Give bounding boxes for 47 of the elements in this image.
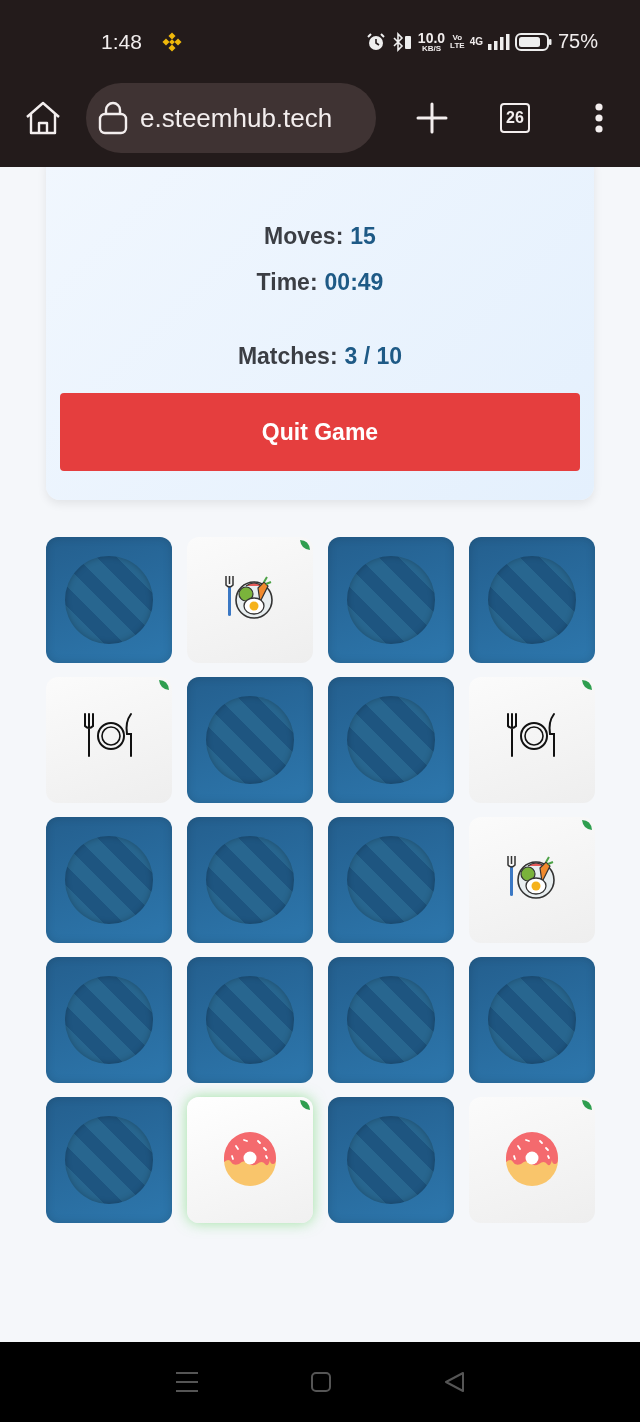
volte-label: Vo [452, 33, 463, 42]
card-back[interactable] [187, 957, 313, 1083]
card-back[interactable] [469, 537, 595, 663]
card-back[interactable] [187, 677, 313, 803]
network-type: 4G [469, 36, 483, 47]
signal-icon [487, 31, 510, 52]
volte-label: LTE [450, 41, 465, 50]
url-text: e.steemhub.tech [140, 102, 333, 134]
back-icon[interactable] [442, 1371, 465, 1393]
stat-label: Time: [256, 268, 318, 296]
stat-label: Matches: [237, 342, 338, 370]
plus-icon[interactable] [416, 102, 448, 134]
card-back[interactable] [328, 1097, 454, 1223]
battery-icon [514, 31, 553, 52]
alarm-icon [365, 31, 386, 52]
card-back[interactable] [328, 817, 454, 943]
card-back[interactable] [328, 957, 454, 1083]
menu-icon[interactable] [175, 1371, 200, 1393]
diamond-logo-icon [161, 31, 182, 52]
card-back[interactable] [469, 957, 595, 1083]
card-back[interactable] [328, 677, 454, 803]
home-icon[interactable] [24, 101, 62, 135]
quit-button[interactable]: Quit Game [60, 393, 580, 471]
more-icon[interactable] [594, 103, 604, 133]
stat-label: Moves: [264, 222, 344, 250]
card-back[interactable] [328, 537, 454, 663]
stat-value: 00:49 [324, 268, 384, 296]
donut-icon [504, 1132, 560, 1188]
lock-icon [98, 101, 128, 135]
speed-value: 10.0 [417, 30, 446, 45]
stat-value: 3 / 10 [344, 342, 403, 370]
battery-level: 75% [557, 30, 598, 53]
home-square-icon[interactable] [310, 1371, 332, 1393]
clock-time: 1:48 [101, 29, 142, 54]
card-face[interactable] [46, 677, 172, 803]
card-back[interactable] [46, 1097, 172, 1223]
donut-icon [222, 1132, 278, 1188]
card-back[interactable] [187, 817, 313, 943]
card-face[interactable] [469, 677, 595, 803]
bluetooth-icon [390, 31, 413, 52]
card-back[interactable] [46, 817, 172, 943]
stat-value: 15 [350, 222, 376, 250]
card-back[interactable] [46, 957, 172, 1083]
address-bar[interactable]: e.steemhub.tech [86, 83, 376, 153]
speed-unit: KB/S [421, 44, 442, 53]
card-back[interactable] [46, 537, 172, 663]
tab-count-button[interactable]: 26 [500, 103, 530, 133]
